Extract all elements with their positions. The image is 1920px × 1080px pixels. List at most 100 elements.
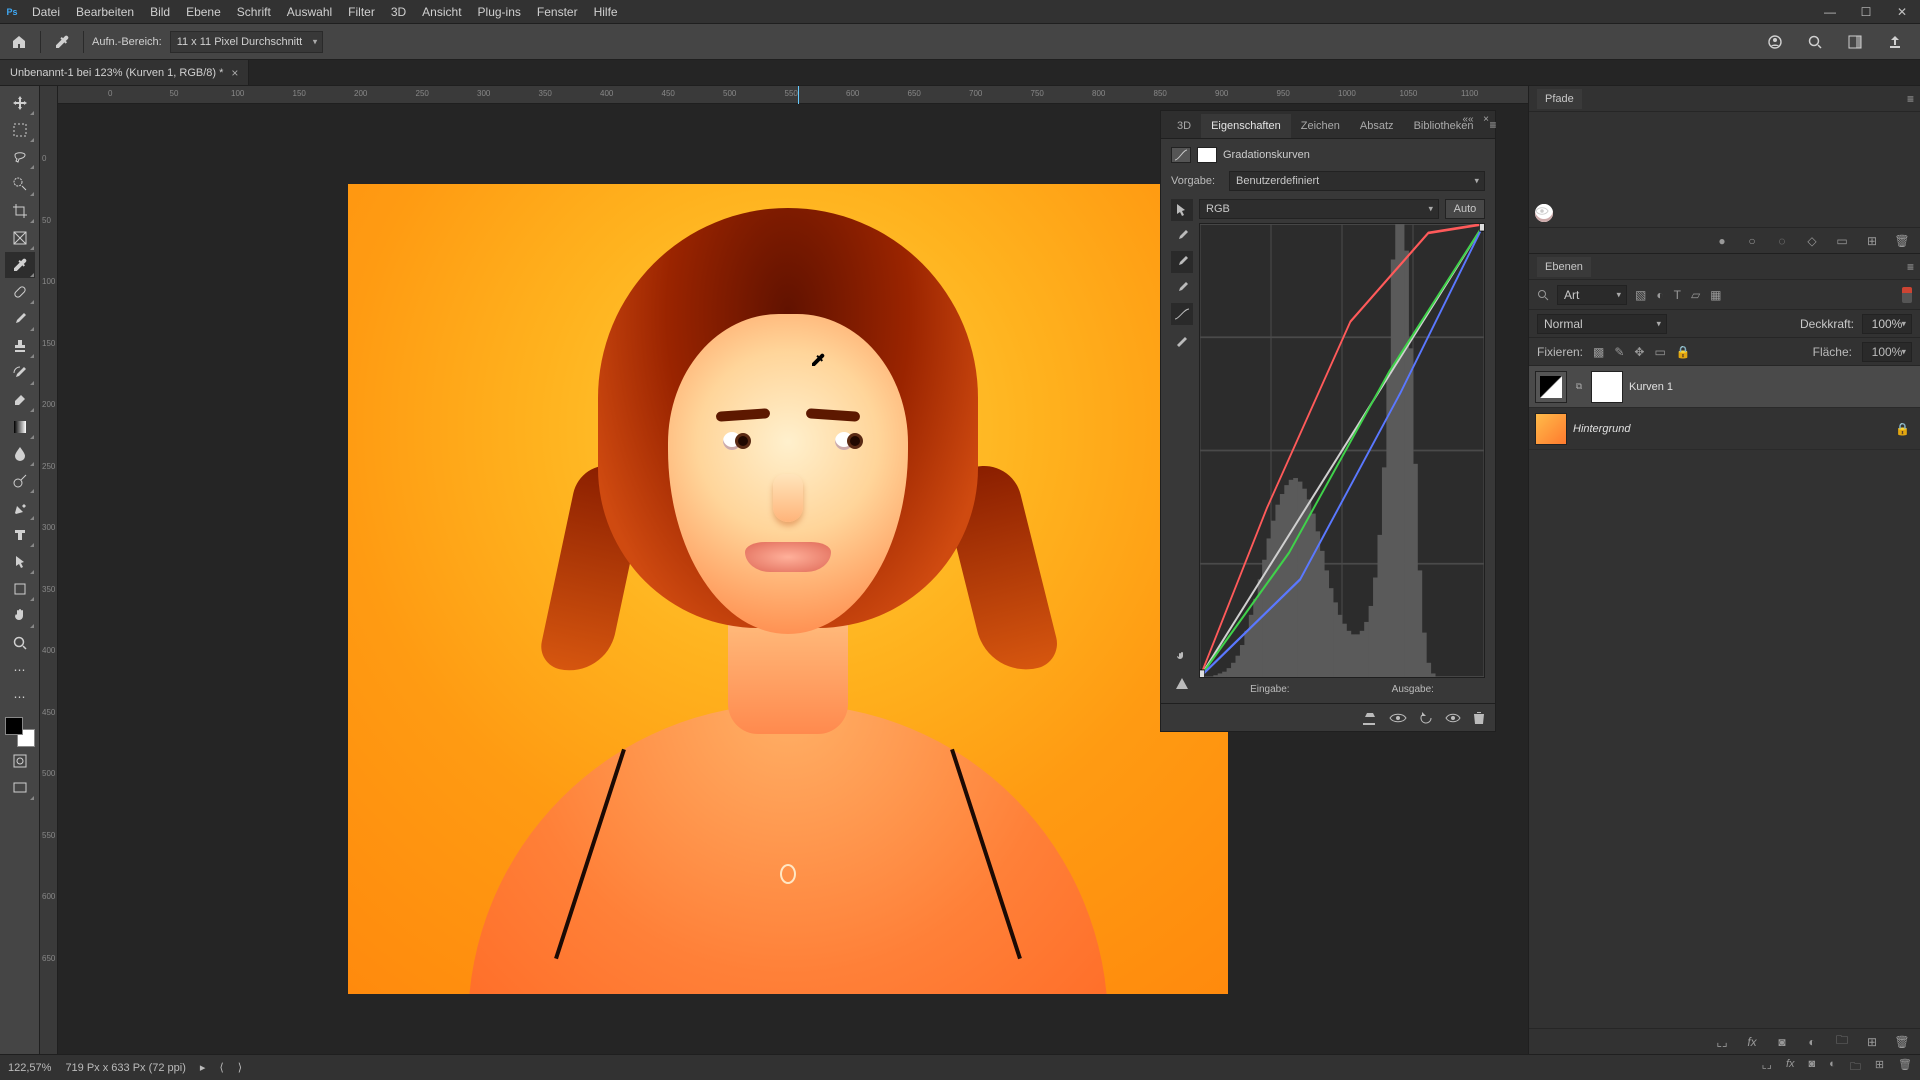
layer-thumb[interactable] bbox=[1535, 413, 1567, 445]
tab-eigenschaften[interactable]: Eigenschaften bbox=[1201, 114, 1291, 138]
opacity-input[interactable]: 100% ▾ bbox=[1862, 314, 1912, 334]
adjustment-layer-icon[interactable]: ◐ bbox=[1804, 1035, 1820, 1049]
lock-icon[interactable]: 🔒 bbox=[1895, 422, 1914, 436]
hand-clip-icon[interactable] bbox=[1171, 647, 1193, 669]
mask-thumb[interactable] bbox=[1591, 371, 1623, 403]
menu-bearbeiten[interactable]: Bearbeiten bbox=[68, 0, 142, 23]
filter-smart-icon[interactable]: ▦ bbox=[1710, 288, 1721, 302]
tab-ebenen[interactable]: Ebenen bbox=[1537, 257, 1591, 277]
targeted-adjust-tool[interactable] bbox=[1171, 199, 1193, 221]
mask-from-path-icon[interactable]: ▭ bbox=[1834, 234, 1850, 248]
frame-tool[interactable] bbox=[5, 225, 35, 251]
menu-auswahl[interactable]: Auswahl bbox=[279, 0, 340, 23]
document-tab[interactable]: Unbenannt-1 bei 123% (Kurven 1, RGB/8) *… bbox=[0, 60, 249, 85]
zoom-tool[interactable] bbox=[5, 630, 35, 656]
panel-menu-icon[interactable]: ≡ bbox=[1901, 256, 1920, 278]
lock-transparency-icon[interactable]: ▩ bbox=[1593, 345, 1604, 359]
adjustment-layer-icon[interactable]: ◐ bbox=[1829, 1058, 1836, 1077]
filter-pixel-icon[interactable]: ▧ bbox=[1635, 288, 1646, 302]
marquee-tool[interactable] bbox=[5, 117, 35, 143]
menu-ansicht[interactable]: Ansicht bbox=[414, 0, 469, 23]
link-layers-icon[interactable]: ⌞⌟ bbox=[1762, 1058, 1772, 1077]
stroke-path-icon[interactable]: ○ bbox=[1744, 234, 1760, 248]
color-swatches[interactable] bbox=[5, 717, 35, 747]
menu-datei[interactable]: Datei bbox=[24, 0, 68, 23]
hand-tool[interactable] bbox=[5, 603, 35, 629]
channel-select[interactable]: RGB ▾ bbox=[1199, 199, 1439, 219]
sample-size-select[interactable]: 11 x 11 Pixel Durchschnitt ▾ bbox=[170, 31, 324, 53]
tab-absatz[interactable]: Absatz bbox=[1350, 114, 1404, 138]
panel-collapse-icon[interactable]: «« bbox=[1459, 110, 1477, 128]
layer-name[interactable]: Kurven 1 bbox=[1629, 381, 1673, 393]
new-layer-icon[interactable]: ⊞ bbox=[1864, 1035, 1880, 1049]
preset-select[interactable]: Benutzerdefiniert ▾ bbox=[1229, 171, 1485, 191]
menu-fenster[interactable]: Fenster bbox=[529, 0, 586, 23]
filter-adjust-icon[interactable]: ◐ bbox=[1656, 288, 1663, 302]
auto-button[interactable]: Auto bbox=[1445, 199, 1485, 219]
panel-close-icon[interactable]: × bbox=[1477, 110, 1495, 128]
layer-mask-icon[interactable] bbox=[1197, 147, 1217, 163]
fill-path-icon[interactable]: ● bbox=[1714, 234, 1730, 248]
new-path-icon[interactable]: ⊞ bbox=[1864, 234, 1880, 248]
menu-bild[interactable]: Bild bbox=[142, 0, 178, 23]
close-tab-icon[interactable]: × bbox=[231, 66, 238, 80]
menu-schrift[interactable]: Schrift bbox=[229, 0, 279, 23]
curve-edit-mode-icon[interactable] bbox=[1171, 303, 1193, 325]
draw-curve-mode-icon[interactable] bbox=[1171, 329, 1193, 351]
doc-dimensions[interactable]: 719 Px x 633 Px (72 ppi) bbox=[65, 1062, 185, 1074]
zoom-level[interactable]: 122,57% bbox=[8, 1062, 51, 1074]
curves-graph[interactable] bbox=[1199, 223, 1485, 678]
menu-3d[interactable]: 3D bbox=[383, 0, 414, 23]
link-layers-icon[interactable]: ⌞⌟ bbox=[1714, 1035, 1730, 1049]
window-close-button[interactable]: ✕ bbox=[1884, 0, 1920, 23]
delete-adjustment-icon[interactable] bbox=[1473, 711, 1485, 725]
blend-mode-select[interactable]: Normal ▾ bbox=[1537, 314, 1667, 334]
layer-mask-icon[interactable]: ◙ bbox=[1809, 1058, 1816, 1077]
cloud-docs-icon[interactable] bbox=[1762, 29, 1788, 55]
tab-zeichen[interactable]: Zeichen bbox=[1291, 114, 1350, 138]
layer-mask-icon[interactable]: ◙ bbox=[1774, 1035, 1790, 1049]
layer-group-icon[interactable]: 🗀 bbox=[1834, 1031, 1850, 1052]
lock-paint-icon[interactable]: ✎ bbox=[1614, 345, 1624, 359]
fill-input[interactable]: 100% ▾ bbox=[1862, 342, 1912, 362]
new-layer-icon[interactable]: ⊞ bbox=[1875, 1058, 1884, 1077]
layer-fx-icon[interactable]: fx bbox=[1744, 1035, 1760, 1049]
layer-group-icon[interactable]: 🗀 bbox=[1850, 1058, 1861, 1077]
crop-tool[interactable] bbox=[5, 198, 35, 224]
layer-filter-select[interactable]: Art ▾ bbox=[1557, 285, 1627, 305]
type-tool[interactable] bbox=[5, 522, 35, 548]
brush-tool[interactable] bbox=[5, 306, 35, 332]
status-caret-icon[interactable]: ▸ bbox=[200, 1061, 206, 1074]
dodge-tool[interactable] bbox=[5, 468, 35, 494]
menu-hilfe[interactable]: Hilfe bbox=[586, 0, 626, 23]
lock-all-icon[interactable]: 🔒 bbox=[1676, 345, 1691, 359]
gradient-tool[interactable] bbox=[5, 414, 35, 440]
home-button[interactable] bbox=[6, 29, 32, 55]
layer-name[interactable]: Hintergrund bbox=[1573, 423, 1630, 435]
history-brush-tool[interactable] bbox=[5, 360, 35, 386]
delete-path-icon[interactable]: 🗑 bbox=[1894, 234, 1910, 248]
window-maximize-button[interactable]: ☐ bbox=[1848, 0, 1884, 23]
clip-to-layer-icon[interactable] bbox=[1361, 711, 1377, 725]
lasso-tool[interactable] bbox=[5, 144, 35, 170]
gray-eyedropper-icon[interactable] bbox=[1171, 251, 1193, 273]
eraser-tool[interactable] bbox=[5, 387, 35, 413]
filter-toggle[interactable] bbox=[1902, 287, 1912, 303]
menu-filter[interactable]: Filter bbox=[340, 0, 383, 23]
black-eyedropper-icon[interactable] bbox=[1171, 277, 1193, 299]
screenmode-toggle[interactable] bbox=[5, 775, 35, 801]
search-icon[interactable] bbox=[1802, 29, 1828, 55]
filter-type-icon[interactable]: T bbox=[1674, 288, 1681, 302]
stamp-tool[interactable] bbox=[5, 333, 35, 359]
edit-toolbar-icon[interactable]: ⋯ bbox=[5, 684, 35, 710]
white-eyedropper-icon[interactable] bbox=[1171, 225, 1193, 247]
heal-tool[interactable] bbox=[5, 279, 35, 305]
tab-pfade[interactable]: Pfade bbox=[1537, 89, 1582, 109]
search-icon[interactable] bbox=[1537, 289, 1549, 301]
quickmask-toggle[interactable] bbox=[5, 748, 35, 774]
layer-row[interactable]: Hintergrund 🔒 bbox=[1529, 408, 1920, 450]
menu-plug-ins[interactable]: Plug-ins bbox=[470, 0, 529, 23]
window-minimize-button[interactable]: — bbox=[1812, 0, 1848, 23]
foreground-color-swatch[interactable] bbox=[5, 717, 23, 735]
move-tool[interactable] bbox=[5, 90, 35, 116]
